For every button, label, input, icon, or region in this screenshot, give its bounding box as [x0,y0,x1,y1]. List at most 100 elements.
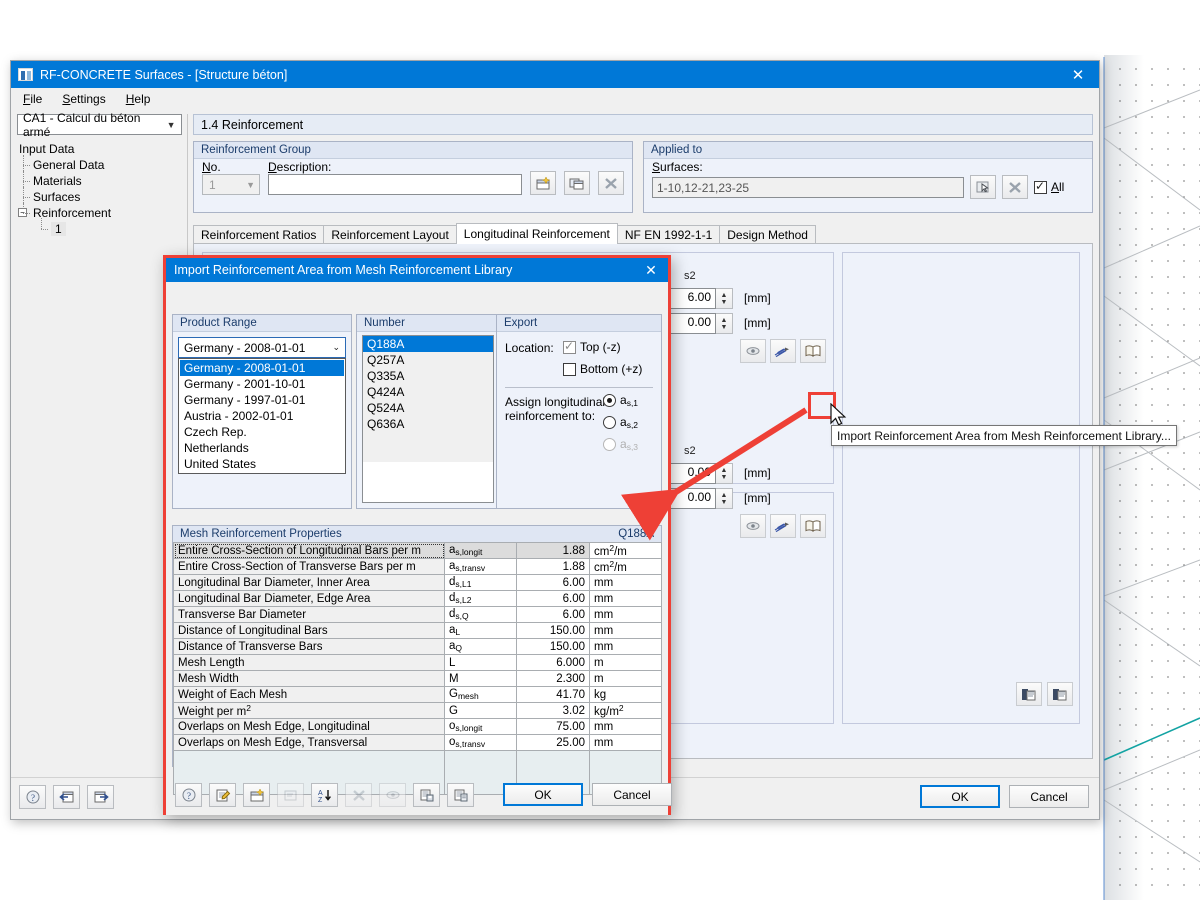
all-surfaces-checkbox[interactable]: All [1034,179,1064,194]
dropdown-option[interactable]: Germany - 2001-10-01 [180,376,344,392]
table-row[interactable]: Longitudinal Bar Diameter, Inner Area ds… [173,574,662,591]
edit-mesh-button[interactable] [209,783,236,807]
dropdown-option[interactable]: Czech Rep. [180,424,344,440]
row-description: Mesh Width [173,670,445,687]
new-mesh-button[interactable] [243,783,270,807]
tab-reinforcement-ratios[interactable]: Reinforcement Ratios [193,225,325,244]
tab-design-method[interactable]: Design Method [719,225,816,244]
product-range-dropdown-list[interactable]: Germany - 2008-01-01 Germany - 2001-10-0… [178,358,346,474]
edit-layers-bottom-button[interactable] [770,514,796,538]
menu-item-help[interactable]: Help [126,92,151,106]
dialog-cancel-button[interactable]: Cancel [592,783,672,806]
new-group-button[interactable] [530,171,556,195]
description-input[interactable] [268,174,522,195]
list-item[interactable]: Q257A [363,352,493,368]
list-item[interactable]: Q636A [363,416,493,432]
table-row[interactable]: Mesh Width M 2.300 m [173,670,662,687]
list-item[interactable]: Q424A [363,384,493,400]
reinforcement-no-combo[interactable]: 1 ▼ [202,174,260,195]
clear-surfaces-button[interactable] [1002,175,1028,199]
menu-item-settings[interactable]: Settings [62,92,105,106]
sort-az-button[interactable]: AZ [311,783,338,807]
surfaces-input[interactable]: 1-10,12-21,23-25 [652,176,964,198]
mesh-number-listbox[interactable]: Q188A Q257A Q335A Q424A Q524A Q636A [362,335,494,503]
list-item[interactable]: Q524A [363,400,493,416]
sidebar-item-materials[interactable]: Materials [17,171,182,189]
assign-radio-as2[interactable]: as,2 [603,415,638,430]
spinner-arrows-icon[interactable]: ▲ ▼ [716,463,733,484]
spinner-arrows-icon[interactable]: ▲ ▼ [716,288,733,309]
sidebar-item-reinforcement-1[interactable]: 1 [17,218,182,237]
table-row[interactable]: Distance of Transverse Bars aQ 150.00 mm [173,638,662,655]
table-row[interactable]: Longitudinal Bar Diameter, Edge Area ds,… [173,590,662,607]
row-symbol: ds,L2 [444,590,517,607]
table-row[interactable]: Overlaps on Mesh Edge, Transversal os,tr… [173,734,662,751]
preview-copy-left-button[interactable] [1016,682,1042,706]
dropdown-option[interactable]: Netherlands [180,440,344,456]
table-row[interactable]: Distance of Longitudinal Bars aL 150.00 … [173,622,662,639]
row-symbol: ds,Q [444,606,517,623]
spinner-arrows-icon[interactable]: ▲ ▼ [716,313,733,334]
product-range-combo[interactable]: Germany - 2008-01-01 ⌄ [178,337,346,358]
row-value: 6.000 [516,654,590,671]
mesh-library-top-button[interactable] [800,339,826,363]
checkbox-icon [563,339,576,354]
location-bottom-checkbox[interactable]: Bottom (+z) [563,362,642,376]
location-top-checkbox[interactable]: Top (-z) [563,339,621,354]
spinner-bottom-1[interactable]: 0.00 ▲ ▼ [664,463,733,484]
sidebar-item-general-data[interactable]: General Data [17,155,182,173]
dropdown-option[interactable]: Germany - 2008-01-01 [180,360,344,376]
menu-item-file[interactable]: File [23,92,42,106]
assign-label-line2: reinforcement to: [505,409,596,423]
tab-nf-en-1992-1-1[interactable]: NF EN 1992-1-1 [616,225,721,244]
design-case-combo[interactable]: CA1 - Calcul du béton armé ▼ [17,111,183,139]
collapse-icon[interactable]: − [18,208,27,217]
view-top-button[interactable] [740,339,766,363]
dialog-ok-button[interactable]: OK [503,783,583,806]
preview-copy-right-button[interactable] [1047,682,1073,706]
table-row[interactable]: Weight per m2 G 3.02 kg/m2 [173,702,662,719]
spinner-top-1[interactable]: 6.00 ▲ ▼ [664,288,733,309]
row-description: Weight of Each Mesh [173,686,445,703]
list-item[interactable]: Q335A [363,368,493,384]
spinner-top-2[interactable]: 0.00 ▲ ▼ [664,313,733,334]
table-row[interactable]: Entire Cross-Section of Transverse Bars … [173,558,662,575]
pick-surfaces-button[interactable] [970,175,996,199]
next-button[interactable] [87,785,114,809]
dropdown-option[interactable]: Germany - 1997-01-01 [180,392,344,408]
dropdown-option[interactable]: United States [180,456,344,472]
save-library-button[interactable] [413,783,440,807]
spinner-bottom-2[interactable]: 0.00 ▲ ▼ [664,488,733,509]
help-button[interactable]: ? [19,785,46,809]
previous-button[interactable] [53,785,80,809]
mesh-library-bottom-button[interactable] [800,514,826,538]
ok-button[interactable]: OK [920,785,1000,808]
assign-radio-as1[interactable]: as,1 [603,393,638,408]
dropdown-option[interactable]: Austria - 2002-01-01 [180,408,344,424]
cancel-button[interactable]: Cancel [1009,785,1089,808]
product-range-caption-text: Product Range [180,317,257,329]
mesh-properties-table[interactable]: Entire Cross-Section of Longitudinal Bar… [173,542,662,795]
tree-root-input-data[interactable]: Input Data [17,141,182,157]
table-row[interactable]: Overlaps on Mesh Edge, Longitudinal os,l… [173,718,662,735]
assign-radio-as1-label: as,1 [620,393,639,408]
spinner-arrows-icon[interactable]: ▲ ▼ [716,488,733,509]
copy-library-button[interactable] [447,783,474,807]
table-row[interactable]: Weight of Each Mesh Gmesh 41.70 kg [173,686,662,703]
close-icon[interactable]: ✕ [1057,61,1099,88]
tab-longitudinal-reinforcement[interactable]: Longitudinal Reinforcement [455,223,618,244]
delete-mesh-button [345,783,372,807]
copy-group-button[interactable] [564,171,590,195]
delete-group-button[interactable] [598,171,624,195]
dialog-help-button[interactable]: ? [175,783,202,807]
table-row[interactable]: Mesh Length L 6.000 m [173,654,662,671]
row-value: 150.00 [516,638,590,655]
sidebar-item-surfaces[interactable]: Surfaces [17,187,182,205]
view-bottom-button[interactable] [740,514,766,538]
table-row[interactable]: Transverse Bar Diameter ds,Q 6.00 mm [173,606,662,623]
table-row[interactable]: Entire Cross-Section of Longitudinal Bar… [173,542,662,559]
list-item[interactable]: Q188A [363,336,493,352]
edit-layers-top-button[interactable] [770,339,796,363]
tab-reinforcement-layout[interactable]: Reinforcement Layout [323,225,457,244]
dialog-close-icon[interactable]: ✕ [634,258,668,282]
